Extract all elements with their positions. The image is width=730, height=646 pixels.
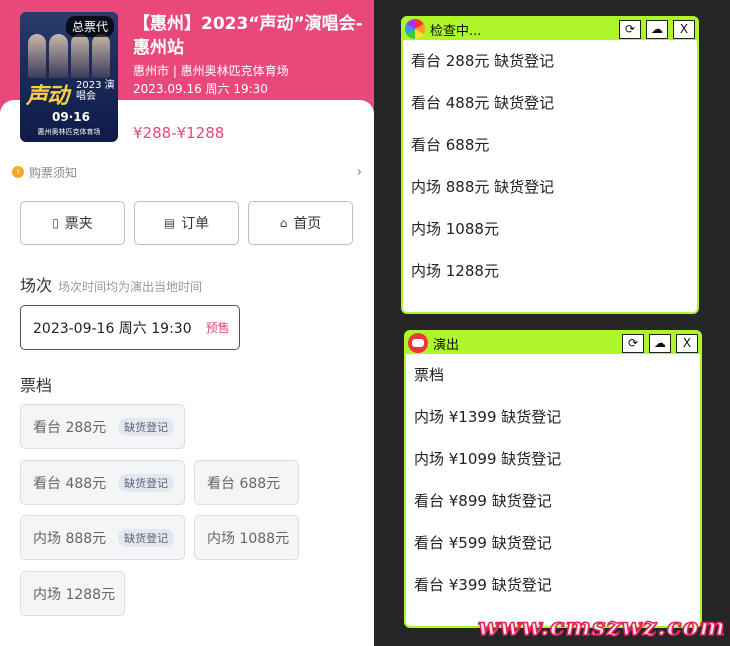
window-titlebar[interactable]: 演出 ⟳ ☁ X [406,332,700,354]
orders-button[interactable]: ▤ 订单 [134,201,239,245]
ticket-label: 内场 1288元 [33,586,116,603]
list-item: 内场 1088元 [411,220,499,238]
ticket-page: 总票代 声动 2023 演唱会 09·16 惠州奥林匹克体育场 【惠州】2023… [0,0,374,646]
window-title: 演出 [433,337,460,353]
waitlist-tag: 缺货登记 [118,528,175,547]
session-option[interactable]: 2023-09-16 周六 19:30 预售 [20,305,240,350]
poster-artists [28,34,110,78]
list-heading: 票档 [414,366,445,384]
session-heading: 场次 场次时间均为演出当地时间 [20,272,202,296]
poster-venue: 惠州奥林匹克体育场 [37,128,101,136]
refresh-icon[interactable]: ⟳ [622,333,644,353]
presale-tag: 预售 [205,321,230,335]
info-icon: i [12,166,24,178]
list-item: 看台 688元 [411,136,490,154]
purchase-notice[interactable]: i 购票须知 › [12,163,362,181]
orders-icon: ▤ [163,216,176,230]
list-item: 看台 ¥899 缺货登记 [414,492,552,510]
orders-label: 订单 [181,216,210,232]
ticket-label: 看台 688元 [207,475,281,492]
session-title: 场次 [20,276,53,295]
checker-window: 检查中... ⟳ ☁ X 看台 288元 缺货登记 看台 488元 缺货登记 看… [401,16,699,314]
poster-title: 声动 [26,84,69,109]
window-title: 检查中... [430,23,482,39]
session-note: 场次时间均为演出当地时间 [58,280,203,294]
cloud-icon[interactable]: ☁ [649,333,671,353]
list-item: 内场 1288元 [411,262,499,280]
window-titlebar[interactable]: 检查中... ⟳ ☁ X [403,18,697,40]
event-location: 惠州市 | 惠州奥林匹克体育场 [133,64,289,78]
wallet-label: 票夹 [64,216,93,232]
chevron-right-icon: › [356,164,362,180]
waitlist-tag: 缺货登记 [118,473,175,492]
ticket-option[interactable]: 内场 1088元 [194,515,299,560]
session-datetime: 2023-09-16 周六 19:30 [33,320,192,337]
ticket-label: 内场 888元 [33,530,107,547]
ticket-option[interactable]: 看台 288元 缺货登记 [20,404,185,449]
list-item: 内场 ¥1399 缺货登记 [414,408,562,426]
poster-date: 09·16 [52,110,90,124]
wallet-icon: ▯ [52,216,59,230]
show-window: 演出 ⟳ ☁ X 票档 内场 ¥1399 缺货登记 内场 ¥1099 缺货登记 … [404,330,702,628]
event-datetime: 2023.09.16 周六 19:30 [133,82,268,96]
ticket-option[interactable]: 内场 1288元 [20,571,125,616]
watermark: www.cmszwz.com [477,611,726,642]
notice-label: 购票须知 [29,165,78,180]
poster-year: 2023 演唱会 [76,80,115,102]
list-item: 看台 488元 缺货登记 [411,94,555,112]
waitlist-tag: 缺货登记 [118,417,175,436]
close-button[interactable]: X [676,333,698,353]
agent-badge: 总票代 [65,16,114,37]
wallet-button[interactable]: ▯ 票夹 [20,201,125,245]
app-logo-icon [405,19,425,39]
home-icon: ⌂ [279,216,288,230]
price-range: ¥288-¥1288 [133,124,225,142]
ticket-option[interactable]: 看台 688元 [194,460,299,505]
refresh-icon[interactable]: ⟳ [619,19,641,39]
list-item: 看台 ¥599 缺货登记 [414,534,552,552]
app-logo-icon [408,333,428,353]
event-poster[interactable]: 总票代 声动 2023 演唱会 09·16 惠州奥林匹克体育场 [20,12,118,142]
ticket-label: 看台 488元 [33,475,107,492]
home-button[interactable]: ⌂ 首页 [248,201,353,245]
list-item: 看台 288元 缺货登记 [411,52,555,70]
home-label: 首页 [293,216,322,232]
event-title: 【惠州】2023“声动”演唱会-惠州站 [133,14,363,58]
ticket-label: 内场 1088元 [207,530,290,547]
list-item: 内场 888元 缺货登记 [411,178,555,196]
cloud-icon[interactable]: ☁ [646,19,668,39]
tickets-heading: 票档 [20,376,53,395]
ticket-option[interactable]: 内场 888元 缺货登记 [20,515,185,560]
list-item: 内场 ¥1099 缺货登记 [414,450,562,468]
ticket-option[interactable]: 看台 488元 缺货登记 [20,460,185,505]
close-button[interactable]: X [673,19,695,39]
ticket-label: 看台 288元 [33,419,107,436]
list-item: 看台 ¥399 缺货登记 [414,576,552,594]
